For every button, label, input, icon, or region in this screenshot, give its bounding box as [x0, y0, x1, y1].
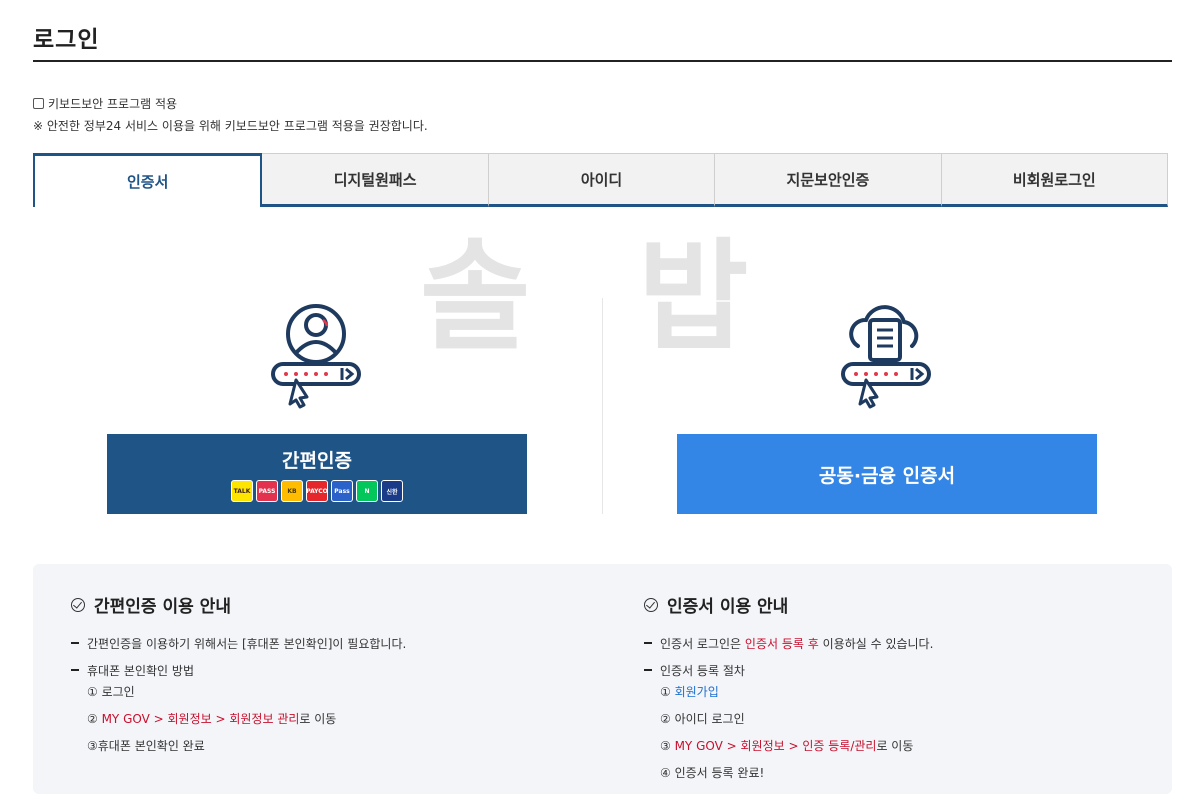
tab-digital-onepass[interactable]: 디지털원패스 — [262, 153, 489, 207]
certificate-login-button[interactable]: 공동·금융 인증서 — [677, 434, 1097, 514]
step-item: ③휴대폰 본인확인 완료 — [87, 739, 205, 753]
step-item: ③ MY GOV > 회원정보 > 인증 등록/관리로 이동 — [660, 739, 914, 753]
step-item: ② MY GOV > 회원정보 > 회원정보 관리로 이동 — [87, 712, 337, 726]
step-item: ① 회원가입 — [660, 685, 719, 699]
simple-auth-guide: 간편인증 이용 안내 간편인증을 이용하기 위해서는 [휴대폰 본인확인]이 필… — [71, 592, 406, 764]
simple-auth-button[interactable]: 간편인증 TALK PASS KB PAYCO Pass N 신한 — [107, 434, 527, 514]
samsung-pass-icon: Pass — [331, 480, 353, 502]
dash-icon — [644, 642, 652, 644]
certificate-guide-title: 인증서 이용 안내 — [644, 592, 933, 617]
step-item: ① 로그인 — [87, 685, 135, 699]
page-title: 로그인 — [33, 27, 100, 53]
tab-fingerprint[interactable]: 지문보안인증 — [715, 153, 942, 207]
simple-auth-provider-list: TALK PASS KB PAYCO Pass N 신한 — [231, 480, 403, 502]
certificate-guide: 인증서 이용 안내 인증서 로그인은 인증서 등록 후 이용하실 수 있습니다.… — [644, 592, 933, 791]
keyboard-security-checkbox[interactable] — [33, 98, 44, 109]
cert-registration-highlight: 인증서 등록 후 — [744, 637, 819, 651]
payco-icon: PAYCO — [306, 480, 328, 502]
dash-icon — [71, 669, 79, 671]
keyboard-security-label: 키보드보안 프로그램 적용 — [48, 97, 178, 111]
kb-icon: KB — [281, 480, 303, 502]
simple-auth-guide-title: 간편인증 이용 안내 — [71, 592, 406, 617]
my-gov-member-info-link[interactable]: MY GOV > 회원정보 > 회원정보 관리 — [102, 712, 300, 726]
dash-icon — [71, 642, 79, 644]
options-divider — [602, 298, 603, 514]
shinhan-icon: 신한 — [381, 480, 403, 502]
check-circle-icon — [71, 597, 85, 612]
watermark-right: 밥 — [638, 228, 749, 367]
signup-link[interactable]: 회원가입 — [675, 685, 719, 699]
title-divider — [33, 60, 1172, 62]
list-item: 간편인증을 이용하기 위해서는 [휴대폰 본인확인]이 필요합니다. — [71, 635, 406, 652]
tab-guest-login[interactable]: 비회원로그인 — [941, 153, 1169, 207]
step-item: ④ 인증서 등록 완료! — [660, 766, 765, 780]
pass-icon: PASS — [256, 480, 278, 502]
keyboard-security-notice: ※ 안전한 정부24 서비스 이용을 위해 키보드보안 프로그램 적용을 권장합… — [33, 119, 428, 133]
simple-auth-label: 간편인증 — [282, 450, 352, 472]
list-item: 인증서 로그인은 인증서 등록 후 이용하실 수 있습니다. — [644, 635, 933, 652]
tab-id[interactable]: 아이디 — [488, 153, 716, 207]
list-item: 휴대폰 본인확인 방법 — [71, 662, 406, 679]
keyboard-security-option[interactable]: 키보드보안 프로그램 적용 — [33, 95, 177, 112]
step-item: ② 아이디 로그인 — [660, 712, 745, 726]
tab-certificate[interactable]: 인증서 — [33, 153, 263, 207]
kakao-talk-icon: TALK — [231, 480, 253, 502]
certificate-icon — [836, 298, 936, 413]
watermark-left: 솔 — [420, 228, 531, 367]
my-gov-cert-manage-link[interactable]: MY GOV > 회원정보 > 인증 등록/관리 — [675, 739, 877, 753]
simple-auth-icon — [266, 298, 366, 413]
check-circle-icon — [644, 597, 658, 612]
list-item: 인증서 등록 절차 — [644, 662, 933, 679]
login-method-tabs: 인증서 디지털원패스 아이디 지문보안인증 비회원로그인 — [33, 153, 1169, 207]
naver-icon: N — [356, 480, 378, 502]
guide-panel: 간편인증 이용 안내 간편인증을 이용하기 위해서는 [휴대폰 본인확인]이 필… — [33, 564, 1172, 794]
dash-icon — [644, 669, 652, 671]
